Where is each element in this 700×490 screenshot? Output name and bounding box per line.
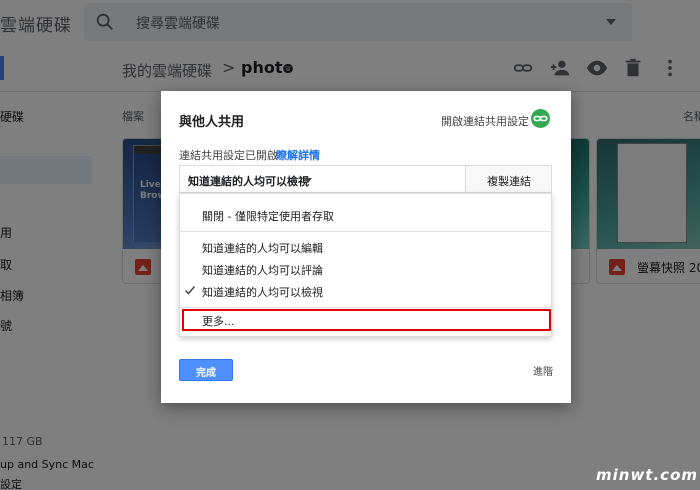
menu-item-can-comment[interactable]: 知道連結的人均可以評論 (180, 258, 551, 280)
menu-item-label: 知道連結的人均可以評論 (202, 264, 323, 277)
link-icon (533, 115, 548, 122)
copy-link-button[interactable]: 複製連結 (465, 166, 551, 192)
menu-divider (180, 307, 551, 308)
done-button[interactable]: 完成 (179, 359, 233, 381)
menu-item-label: 知道連結的人均可以編輯 (202, 242, 323, 255)
learn-more-link[interactable]: 瞭解詳情 (276, 147, 320, 163)
checkmark-icon (184, 286, 196, 295)
menu-item-off[interactable]: 關閉 - 僅限特定使用者存取 (180, 204, 551, 226)
share-link-row: 知道連結的人均可以檢視 複製連結 (179, 165, 552, 193)
menu-item-more[interactable]: 更多... (182, 309, 551, 331)
menu-item-label: 更多... (202, 315, 235, 328)
permission-dropdown[interactable]: 知道連結的人均可以檢視 (180, 166, 465, 192)
permission-dropdown-value: 知道連結的人均可以檢視 (188, 175, 309, 188)
permission-menu: 關閉 - 僅限特定使用者存取 知道連結的人均可以編輯 知道連結的人均可以評論 知… (179, 193, 552, 337)
menu-item-can-view[interactable]: 知道連結的人均可以檢視 (180, 280, 551, 302)
menu-item-label: 關閉 - 僅限特定使用者存取 (202, 210, 334, 223)
menu-item-can-edit[interactable]: 知道連結的人均可以編輯 (180, 236, 551, 258)
link-sharing-status: 連結共用設定已開啟 (179, 149, 278, 162)
menu-item-label: 知道連結的人均可以檢視 (202, 286, 323, 299)
watermark: minwt.com (596, 466, 699, 484)
share-dialog: 與他人共用 開啟連結共用設定 連結共用設定已開啟 瞭解詳情 知道連結的人均可以檢… (161, 91, 571, 403)
link-sharing-settings-link[interactable]: 開啟連結共用設定 (441, 113, 529, 129)
chevron-down-icon (304, 178, 312, 183)
menu-divider (180, 231, 551, 232)
link-sharing-toggle[interactable] (531, 109, 550, 128)
copy-link-label: 複製連結 (487, 175, 531, 188)
dialog-title: 與他人共用 (179, 115, 245, 130)
advanced-link[interactable]: 進階 (533, 363, 553, 378)
done-button-label: 完成 (196, 368, 216, 379)
